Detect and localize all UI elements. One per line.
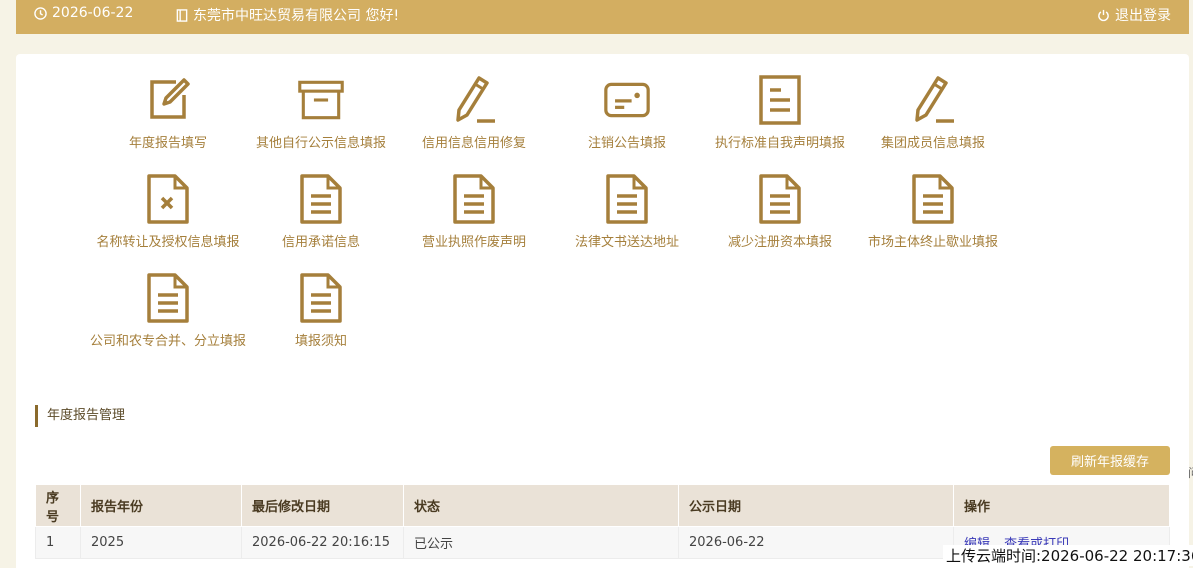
tile-label: 信用信息信用修复	[421, 136, 526, 151]
header-date: 2026-06-22	[34, 5, 133, 21]
document-icon	[145, 272, 191, 324]
cell-publish-date: 2026-06-22	[678, 526, 954, 559]
document-icon	[757, 74, 803, 126]
tile-business-suspension[interactable]: 市场主体终止歇业填报	[853, 173, 1013, 265]
tile-label: 减少注册资本填报	[727, 235, 832, 250]
document-icon	[604, 173, 650, 225]
tile-credit-commitment[interactable]: 信用承诺信息	[241, 173, 401, 265]
document-icon	[451, 173, 497, 225]
col-header-actions: 操作	[953, 484, 1170, 527]
tile-license-void[interactable]: 营业执照作废声明	[394, 173, 554, 265]
header-date-text: 2026-06-22	[52, 5, 134, 21]
document-x-icon	[145, 173, 191, 225]
tile-label: 集团成员信息填报	[880, 136, 985, 151]
tile-merger-split[interactable]: 公司和农专合并、分立填报	[88, 272, 248, 364]
document-icon	[757, 173, 803, 225]
tile-annual-report[interactable]: 年度报告填写	[88, 74, 248, 166]
tile-group-members[interactable]: 集团成员信息填报	[853, 74, 1013, 166]
tile-capital-reduction[interactable]: 减少注册资本填报	[700, 173, 860, 265]
document-icon	[298, 173, 344, 225]
document-icon	[298, 272, 344, 324]
tile-label: 信用承诺信息	[281, 235, 360, 250]
tile-other-disclosure[interactable]: 其他自行公示信息填报	[241, 74, 401, 166]
tile-name-transfer[interactable]: 名称转让及授权信息填报	[88, 173, 248, 265]
card-icon	[604, 74, 650, 126]
section-title-annual-report: 年度报告管理	[35, 405, 125, 427]
edit-icon	[145, 74, 191, 126]
tile-label: 市场主体终止歇业填报	[867, 235, 998, 250]
tile-filing-notes[interactable]: 填报须知	[241, 272, 401, 364]
col-header-status: 状态	[403, 484, 679, 527]
cell-year: 2025	[80, 526, 242, 559]
refresh-cache-button[interactable]: 刷新年报缓存	[1050, 446, 1170, 475]
power-icon	[1097, 9, 1110, 22]
header-greeting-text: 东莞市中旺达贸易有限公司 您好!	[193, 8, 400, 24]
book-icon	[176, 8, 188, 22]
col-header-modified: 最后修改日期	[241, 484, 404, 527]
top-bar: 2026-06-22 东莞市中旺达贸易有限公司 您好! 退出登录	[16, 0, 1189, 34]
tile-deregistration[interactable]: 注销公告填报	[547, 74, 707, 166]
logout-label: 退出登录	[1115, 8, 1171, 24]
logout-button[interactable]: 退出登录	[1097, 5, 1171, 25]
header-greeting: 东莞市中旺达贸易有限公司 您好!	[176, 5, 399, 25]
tile-label: 年度报告填写	[128, 136, 207, 151]
tile-legal-address[interactable]: 法律文书送达地址	[547, 173, 707, 265]
tile-label: 填报须知	[294, 334, 347, 349]
pencil-icon	[910, 74, 956, 126]
cell-modified: 2026-06-22 20:16:15	[241, 526, 404, 559]
tile-label: 注销公告填报	[587, 136, 666, 151]
table-header-row: 序号 报告年份 最后修改日期 状态 公示日期 操作	[35, 484, 1170, 527]
tile-label: 执行标准自我声明填报	[714, 136, 845, 151]
tile-credit-repair[interactable]: 信用信息信用修复	[394, 74, 554, 166]
tile-label: 法律文书送达地址	[574, 235, 679, 250]
side-help-char: 问	[1188, 464, 1193, 481]
tile-label: 公司和农专合并、分立填报	[89, 334, 246, 349]
upload-timestamp: 上传云端时间:2026-06-22 20:17:36	[943, 545, 1193, 566]
tile-label: 其他自行公示信息填报	[255, 136, 386, 151]
cell-status: 已公示	[403, 526, 679, 559]
col-header-publish-date: 公示日期	[678, 484, 954, 527]
col-header-year: 报告年份	[80, 484, 242, 527]
document-icon	[910, 173, 956, 225]
main-panel: 年度报告填写 其他自行公示信息填报 信用信息信用修复 注销公告填报 执行标准自我…	[16, 54, 1193, 568]
cell-index: 1	[35, 526, 81, 559]
archive-icon	[298, 74, 344, 126]
tile-standard-declaration[interactable]: 执行标准自我声明填报	[700, 74, 860, 166]
clock-icon	[34, 6, 47, 20]
tile-label: 名称转让及授权信息填报	[96, 235, 240, 250]
col-header-index: 序号	[35, 484, 81, 527]
tile-label: 营业执照作废声明	[421, 235, 526, 250]
pencil-icon	[451, 74, 497, 126]
